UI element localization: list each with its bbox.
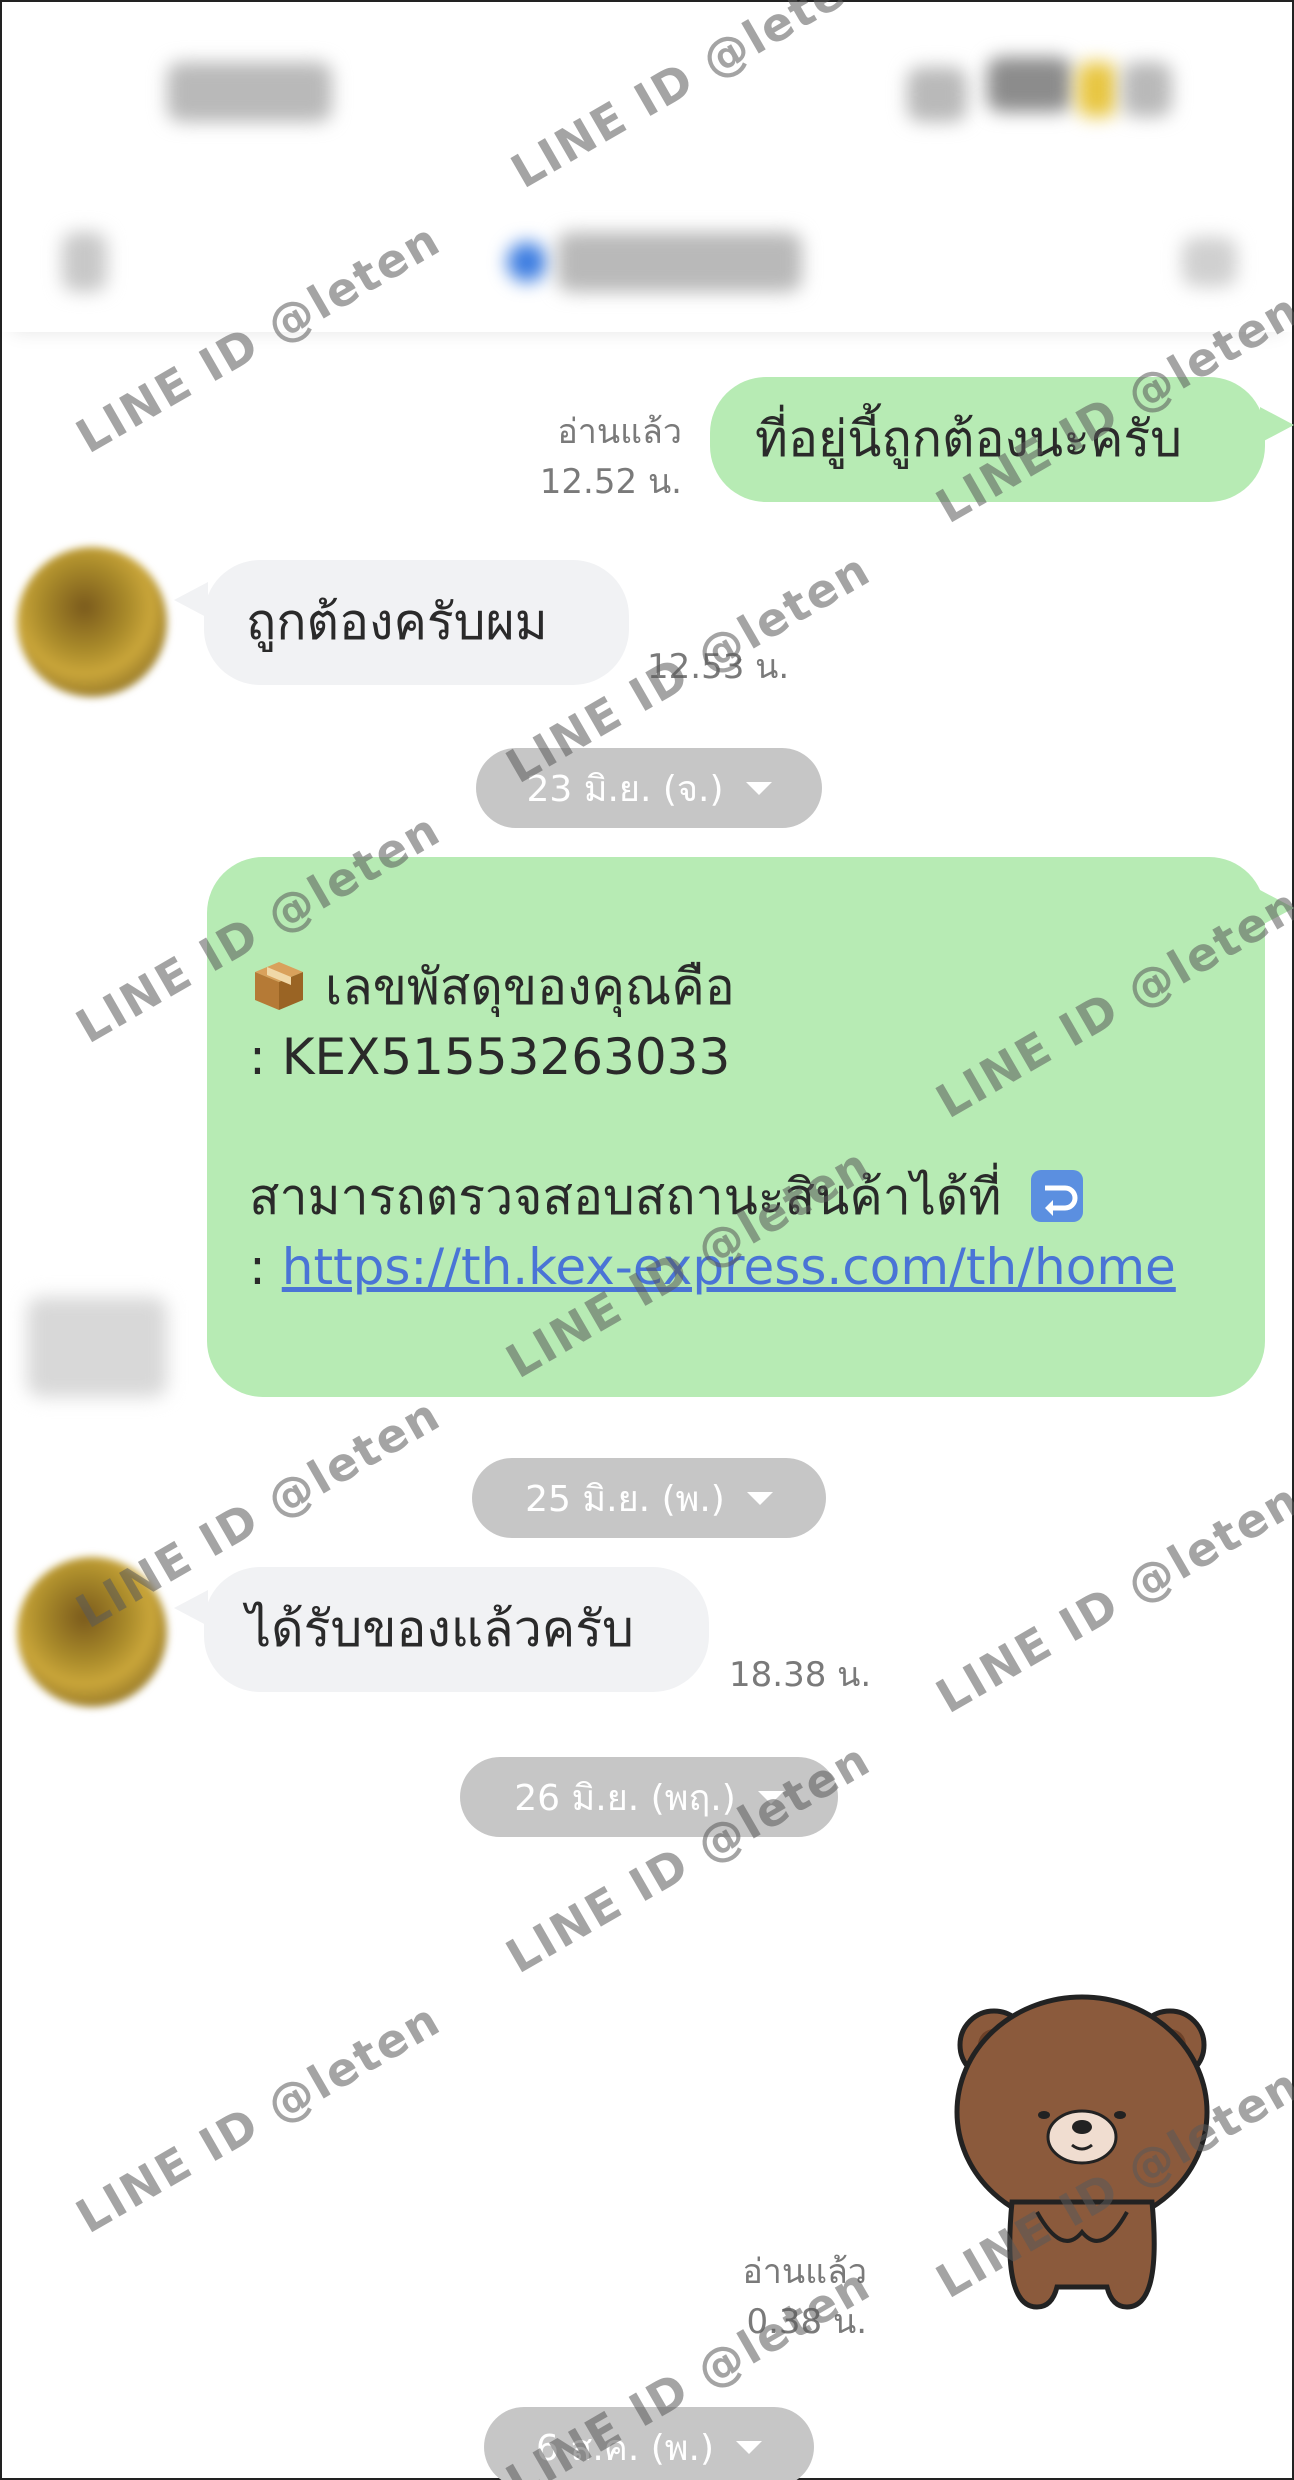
chevron-down-icon	[746, 1491, 773, 1505]
menu-icon[interactable]	[1182, 237, 1237, 287]
status-time-blurred	[167, 62, 332, 122]
battery-icon	[1077, 62, 1117, 117]
network-icon	[987, 57, 1072, 112]
message-time: 18.38 น.	[729, 1655, 872, 1695]
date-separator[interactable]: 26 มิ.ย. (พฤ.)	[460, 1757, 838, 1837]
incoming-message-bubble[interactable]: ถูกต้องครับผม	[204, 560, 629, 685]
chevron-down-icon	[757, 1790, 784, 1804]
tracking-message-body: เลขพัสดุของคุณคือ : KEX51553263033 สามาร…	[249, 958, 1176, 1296]
read-receipt: อ่านแล้ว 12.52 น.	[539, 412, 682, 502]
read-receipt: อ่านแล้ว 0.38 น.	[742, 2252, 867, 2342]
watermark: LINE ID @leten	[927, 1471, 1294, 1724]
return-arrow-icon	[1031, 1170, 1084, 1222]
contact-avatar[interactable]	[17, 547, 167, 697]
message-text: ได้รับของแล้วครับ	[246, 1600, 634, 1658]
message-time: 12.53 น.	[647, 647, 790, 687]
back-arrow-icon[interactable]	[62, 232, 107, 292]
verified-badge-icon	[507, 242, 547, 282]
bubble-tail	[1260, 890, 1294, 926]
package-icon	[255, 962, 303, 1010]
watermark: LINE ID @leten	[67, 1991, 450, 2244]
chevron-down-icon	[736, 2440, 762, 2454]
blurred-avatar	[27, 1297, 167, 1397]
status-bar	[2, 2, 1292, 192]
brown-bear-sticker[interactable]	[942, 1987, 1222, 2322]
message-text: ถูกต้องครับผม	[246, 593, 548, 651]
battery-percent-blurred	[1122, 62, 1172, 117]
contact-avatar[interactable]	[17, 1557, 167, 1707]
chat-title-blurred	[557, 232, 802, 292]
bubble-tail	[1260, 407, 1294, 443]
tracking-link[interactable]: https://th.kex-express.com/th/home	[282, 1238, 1176, 1296]
date-separator[interactable]: 25 มิ.ย. (พ.)	[472, 1458, 826, 1538]
tracking-message-bubble[interactable]: เลขพัสดุของคุณคือ : KEX51553263033 สามาร…	[207, 857, 1265, 1397]
bubble-tail	[174, 1590, 208, 1626]
bubble-tail	[174, 582, 208, 618]
outgoing-message-bubble[interactable]: ที่อยู่นี้ถูกต้องนะครับ	[710, 377, 1265, 502]
date-separator[interactable]: 23 มิ.ย. (จ.)	[476, 748, 822, 828]
incoming-message-bubble[interactable]: ได้รับของแล้วครับ	[204, 1567, 709, 1692]
chat-header	[2, 192, 1292, 332]
chevron-down-icon	[745, 781, 772, 795]
signal-icon	[907, 67, 967, 122]
date-separator[interactable]: 6 ส.ค. (พ.)	[484, 2407, 814, 2480]
message-text: ที่อยู่นี้ถูกต้องนะครับ	[755, 410, 1183, 468]
